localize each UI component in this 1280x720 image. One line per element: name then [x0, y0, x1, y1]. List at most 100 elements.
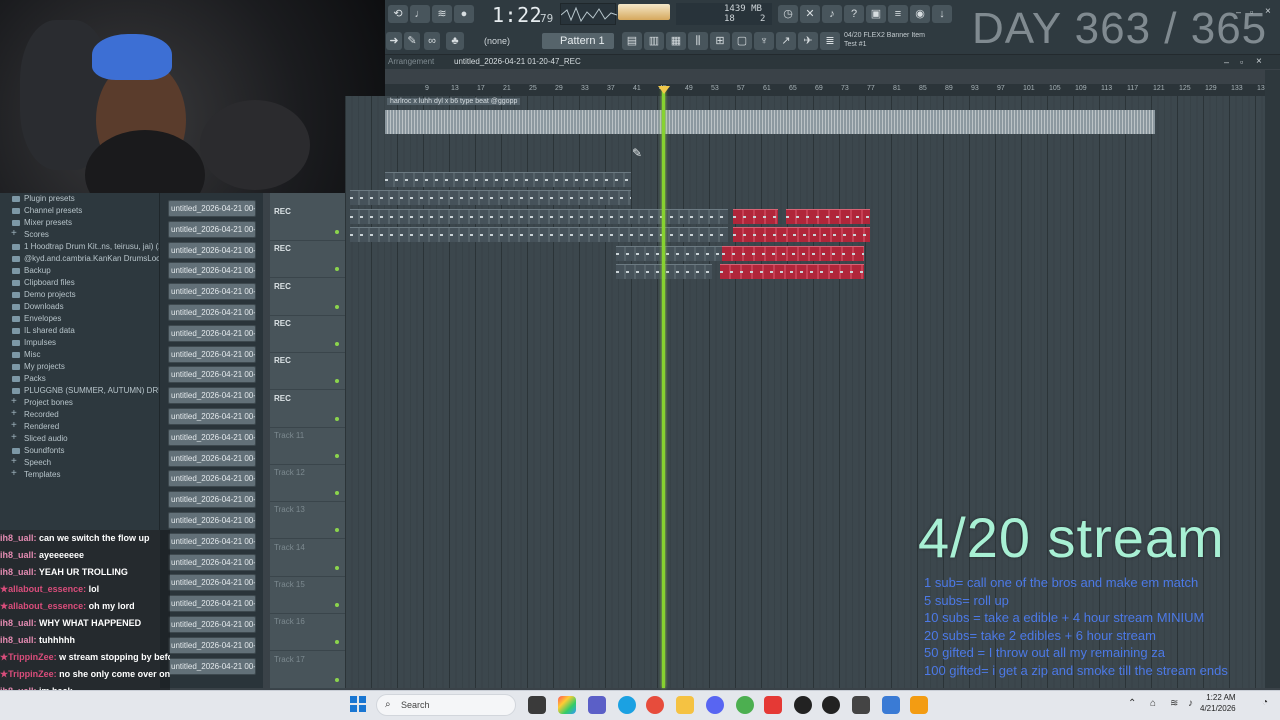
- track-header[interactable]: Track 17: [270, 652, 345, 689]
- browser-item[interactable]: + Templates: [0, 469, 159, 481]
- track-led-indicator[interactable]: [335, 565, 339, 570]
- track-led-indicator[interactable]: [335, 640, 339, 645]
- channel-button[interactable]: untitled_2026-04-21 00-: [168, 324, 256, 342]
- waveform-icon[interactable]: ≋: [432, 5, 452, 23]
- track-led-indicator[interactable]: [335, 341, 339, 346]
- timeline-ruler[interactable]: 9131721252933374145495357616569737781858…: [385, 84, 1269, 96]
- piano-roll-icon[interactable]: ▥: [644, 32, 664, 50]
- channel-button[interactable]: untitled_2026-04-21 00-: [168, 200, 256, 217]
- task-view-icon[interactable]: [528, 696, 546, 714]
- channel-button[interactable]: untitled_2026-04-21 00-: [168, 220, 256, 238]
- track-header[interactable]: REC: [270, 391, 345, 428]
- browser-item[interactable]: + Rendered: [0, 421, 159, 433]
- media-player-icon[interactable]: [822, 696, 840, 714]
- plugin-database-icon[interactable]: ▢: [732, 32, 752, 50]
- channel-button[interactable]: untitled_2026-04-21 00-: [168, 553, 256, 571]
- save-icon[interactable]: ▣: [866, 5, 886, 23]
- tray-wifi-icon[interactable]: ≋: [1170, 698, 1178, 709]
- track-header[interactable]: Track 13: [270, 502, 345, 540]
- pencil-icon[interactable]: ✎: [404, 32, 420, 50]
- mixer-icon[interactable]: ≡: [888, 5, 908, 23]
- record-mode-icon[interactable]: ●: [454, 5, 474, 23]
- chat-icon[interactable]: ◉: [910, 5, 930, 23]
- track-led-indicator[interactable]: [335, 453, 339, 458]
- track-header[interactable]: Track 14: [270, 540, 345, 577]
- pattern-selector[interactable]: Pattern 1: [542, 33, 614, 49]
- loop-icon[interactable]: ⟲: [388, 5, 408, 23]
- audio-clip-selected[interactable]: [733, 209, 778, 224]
- audio-clip-selected[interactable]: [733, 227, 870, 242]
- discord-icon[interactable]: [706, 696, 724, 714]
- app-icon-red[interactable]: [764, 696, 782, 714]
- browser-item[interactable]: PLUGGNB (SUMMER, AUTUMN) DRUMKIT: [0, 385, 159, 397]
- browser-item[interactable]: Channel presets: [0, 205, 159, 217]
- notifications-icon[interactable]: ◔: [1262, 697, 1268, 708]
- channel-button[interactable]: untitled_2026-04-21 00-: [168, 595, 256, 613]
- browser-item[interactable]: Envelopes: [0, 313, 159, 325]
- channel-button[interactable]: untitled_2026-04-21 00-: [168, 366, 256, 384]
- file-explorer-icon[interactable]: [676, 696, 694, 714]
- audio-clip-selected[interactable]: [786, 209, 870, 224]
- channel-button[interactable]: untitled_2026-04-21 00-: [168, 428, 256, 446]
- browser-item[interactable]: Plugin presets: [0, 193, 159, 205]
- windows-start-icon[interactable]: [350, 696, 366, 712]
- browser-item[interactable]: Packs: [0, 373, 159, 385]
- window-minimize-icon[interactable]: –: [1224, 57, 1229, 67]
- audio-clip[interactable]: [350, 227, 728, 242]
- plugin-picker-icon[interactable]: ♆: [754, 32, 774, 50]
- channel-button[interactable]: untitled_2026-04-21 00-: [168, 636, 256, 654]
- browser-item[interactable]: Clipboard files: [0, 277, 159, 289]
- channel-button[interactable]: untitled_2026-04-21 00-: [168, 470, 256, 488]
- track-header[interactable]: Track 15: [270, 577, 345, 614]
- channel-button[interactable]: untitled_2026-04-21 00-: [168, 491, 256, 509]
- browser-item[interactable]: My projects: [0, 361, 159, 373]
- link-icon[interactable]: ∞: [424, 32, 440, 50]
- window-close-icon[interactable]: ×: [1256, 56, 1262, 67]
- app-icon[interactable]: [736, 696, 754, 714]
- channel-button[interactable]: untitled_2026-04-21 00-: [168, 262, 256, 280]
- copilot-icon[interactable]: [558, 696, 576, 714]
- browser-item[interactable]: Misc: [0, 349, 159, 361]
- browser-item[interactable]: Mixer presets: [0, 217, 159, 229]
- browser-item[interactable]: + Project bones: [0, 397, 159, 409]
- teams-icon[interactable]: [588, 696, 606, 714]
- tempo-tapper-icon[interactable]: ✈: [798, 32, 818, 50]
- browser-item[interactable]: Downloads: [0, 301, 159, 313]
- channel-button[interactable]: untitled_2026-04-21 00-: [168, 532, 256, 550]
- channel-button[interactable]: untitled_2026-04-21 00-: [168, 574, 256, 592]
- settings-icon[interactable]: [852, 696, 870, 714]
- track-led-indicator[interactable]: [335, 603, 339, 607]
- snap-select[interactable]: (none): [480, 33, 528, 49]
- track-header[interactable]: Track 16: [270, 614, 345, 652]
- track-header[interactable]: Track 11: [270, 428, 345, 465]
- channel-button[interactable]: untitled_2026-04-21 00-: [168, 387, 256, 405]
- browser-item[interactable]: + Speech: [0, 457, 159, 469]
- app-maximize-icon[interactable]: ▫: [1250, 7, 1253, 17]
- mixer-view-icon[interactable]: ⫼: [688, 32, 708, 50]
- track-header[interactable]: Track 12: [270, 465, 345, 503]
- channel-button[interactable]: untitled_2026-04-21 00-: [168, 408, 256, 425]
- edge-icon[interactable]: [618, 696, 636, 714]
- app-icon-dark[interactable]: [794, 696, 812, 714]
- track-header[interactable]: REC: [270, 279, 345, 316]
- track-header[interactable]: REC: [270, 241, 345, 279]
- track-led-indicator[interactable]: [335, 491, 339, 496]
- browser-item[interactable]: Demo projects: [0, 289, 159, 301]
- audio-clip[interactable]: [616, 246, 722, 261]
- channel-button[interactable]: untitled_2026-04-21 00-: [168, 304, 256, 321]
- track-led-indicator[interactable]: [335, 230, 339, 234]
- tools-icon[interactable]: ✕: [800, 5, 820, 23]
- track-header[interactable]: REC: [270, 353, 345, 391]
- channel-rack-icon[interactable]: ▦: [666, 32, 686, 50]
- play-arrow-icon[interactable]: ➜: [386, 32, 402, 50]
- browser-item[interactable]: IL shared data: [0, 325, 159, 337]
- master-volume-bar[interactable]: [618, 4, 670, 20]
- channel-button[interactable]: untitled_2026-04-21 00-: [168, 241, 256, 259]
- channel-button[interactable]: untitled_2026-04-21 00-: [168, 283, 256, 301]
- help-icon[interactable]: ?: [844, 5, 864, 23]
- news-icon[interactable]: ≣: [820, 32, 840, 50]
- channel-button[interactable]: untitled_2026-04-21 00-: [168, 657, 256, 675]
- track-led-indicator[interactable]: [335, 677, 339, 682]
- metronome-icon[interactable]: ♩: [410, 5, 430, 23]
- track-led-indicator[interactable]: [335, 416, 339, 421]
